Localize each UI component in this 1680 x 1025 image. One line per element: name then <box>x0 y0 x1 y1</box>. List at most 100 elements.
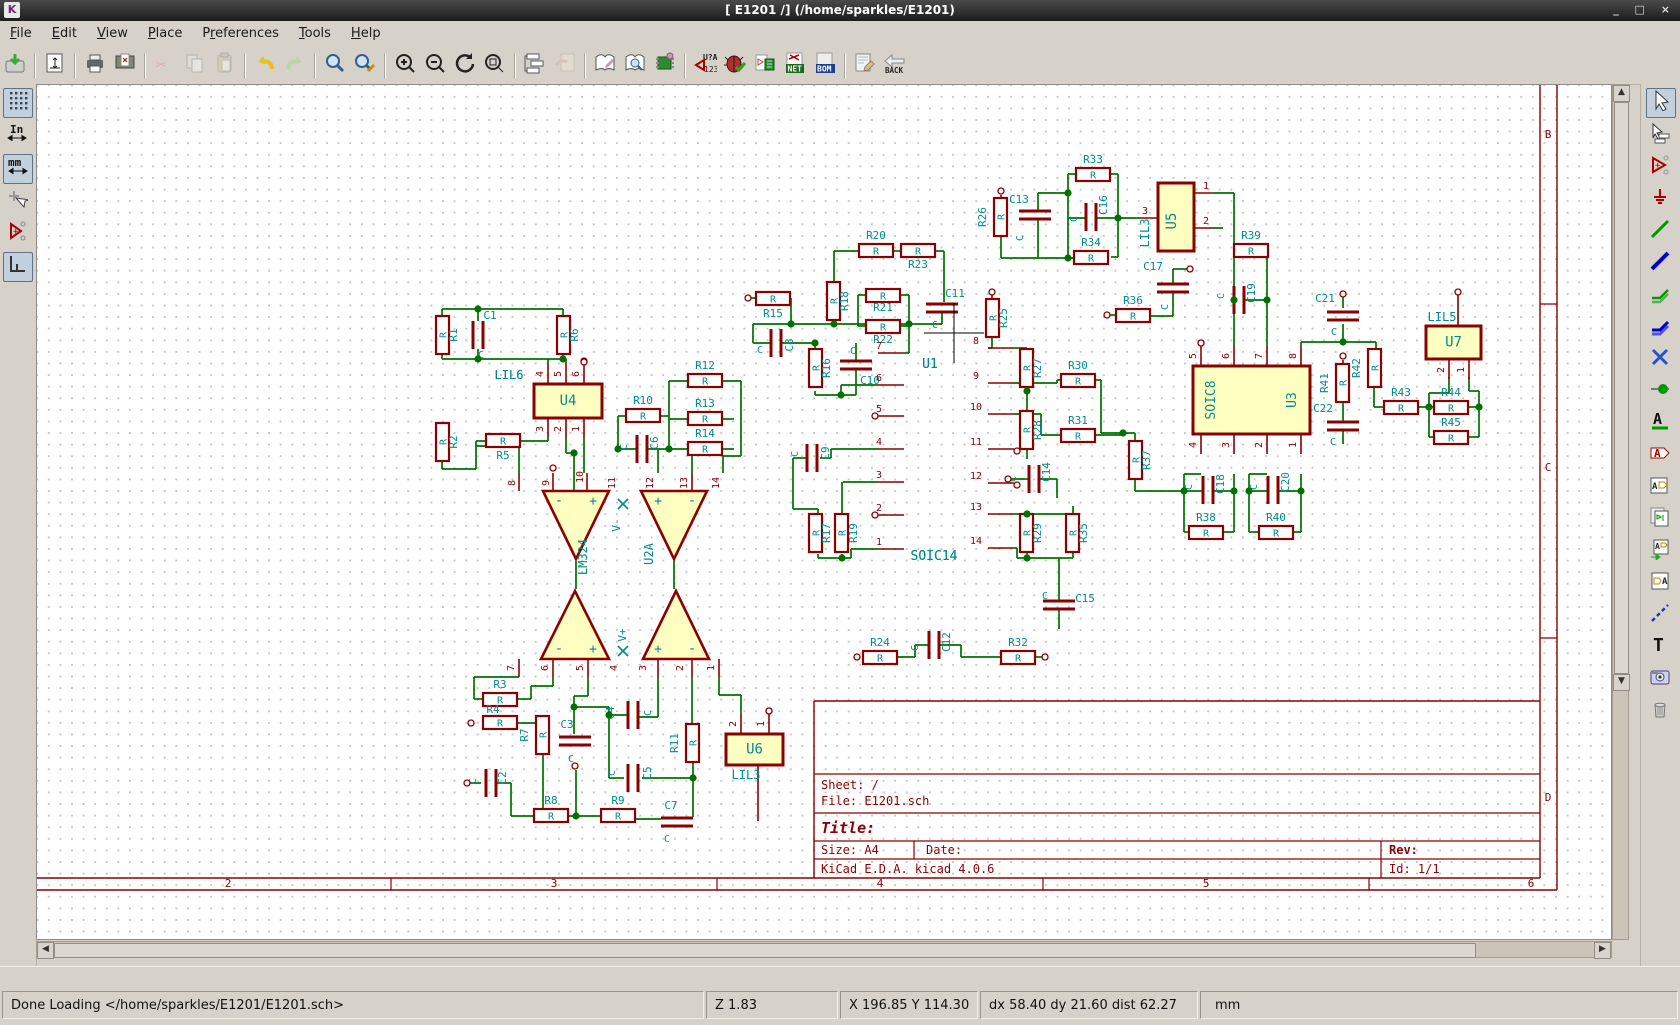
footprint-editor-button[interactable] <box>651 51 679 79</box>
place-text-button[interactable]: T <box>1646 634 1674 662</box>
resistor-R35[interactable]: RR35 <box>1066 514 1090 552</box>
place-sheet-button[interactable] <box>1646 506 1674 534</box>
place-power-port-button[interactable] <box>1646 186 1674 214</box>
resistor-R10[interactable]: RR10 <box>626 394 660 423</box>
bom-button[interactable]: BOM <box>811 51 839 79</box>
resistor-R43[interactable]: RR43 <box>1384 386 1418 415</box>
resistor-R30[interactable]: RR30 <box>1061 359 1095 388</box>
resistor-R2[interactable]: RR2 <box>436 423 460 461</box>
menu-preferences[interactable]: Preferences <box>192 21 288 46</box>
units-mm-button[interactable]: mm <box>3 154 33 184</box>
resistor-R38[interactable]: RR38 <box>1189 511 1223 540</box>
opamp-3[interactable]: -+ <box>541 591 609 659</box>
capacitor-C11[interactable]: C11C <box>932 287 965 331</box>
place-bus-button[interactable] <box>1646 250 1674 278</box>
hscroll-thumb[interactable] <box>54 943 1476 958</box>
place-hierarchical-label-button[interactable]: A <box>1646 474 1674 502</box>
vscroll-thumb[interactable] <box>1614 102 1629 674</box>
menu-help[interactable]: Help <box>341 21 391 46</box>
resistor-R26[interactable]: RR26 <box>976 198 1008 236</box>
capacitor-C15[interactable]: C15C <box>1042 591 1095 605</box>
ic-U5[interactable]: U5LIL3312 <box>1138 181 1209 251</box>
resistor-R25[interactable]: RR25 <box>986 299 1010 337</box>
undo-button[interactable] <box>251 51 279 79</box>
resistor-R23[interactable]: RR23 <box>901 244 935 271</box>
zoom-fit-button[interactable] <box>481 51 509 79</box>
erc-button[interactable] <box>721 51 749 79</box>
capacitor-C18[interactable]: C18C <box>1184 474 1227 494</box>
resistor-R16[interactable]: RR16 <box>809 349 833 387</box>
delete-item-button[interactable] <box>1646 698 1674 726</box>
capacitor-C6[interactable]: C6C <box>619 436 661 450</box>
schematic-canvas[interactable]: RR1RR2RR3RR4RR5RR6RR7RR8RR9RR10RR11RR12R… <box>36 84 1612 940</box>
resistor-R15[interactable]: RR15 <box>756 292 790 320</box>
library-editor-button[interactable] <box>591 51 619 79</box>
resistor-R22[interactable]: RR22 <box>866 320 900 346</box>
resistor-R9[interactable]: RR9 <box>601 794 635 823</box>
library-browser-button[interactable] <box>621 51 649 79</box>
bus-to-bus-entry-button[interactable] <box>1646 314 1674 342</box>
hv-orientation-button[interactable] <box>3 252 33 282</box>
resistor-R6[interactable]: RR6 <box>557 316 581 354</box>
page-settings-button[interactable] <box>41 51 69 79</box>
ic-U7[interactable]: U7LIL521 <box>1426 310 1481 373</box>
annotate-button[interactable]: U?A123 <box>691 51 719 79</box>
resistor-R17[interactable]: RR17 <box>809 514 833 552</box>
place-wire-button[interactable] <box>1646 218 1674 246</box>
netlist-button[interactable]: NET <box>781 51 809 79</box>
capacitor-C9[interactable]: C9C <box>790 446 832 459</box>
place-junction-button[interactable] <box>1646 378 1674 406</box>
print-button[interactable] <box>81 51 109 79</box>
hidden-pins-button[interactable]: + <box>3 220 31 248</box>
window-controls[interactable]: _ □ × <box>1613 3 1676 16</box>
menu-view[interactable]: View <box>87 21 138 46</box>
resistor-R41[interactable]: RR41 <box>1318 364 1350 402</box>
menu-place[interactable]: Place <box>138 21 193 46</box>
backannotate-button[interactable]: BACK <box>881 51 909 79</box>
capacitor-C3[interactable]: C3C <box>560 718 574 765</box>
place-image-button[interactable] <box>1646 666 1674 694</box>
ic-U3[interactable]: SOIC8U356784321 <box>1188 340 1310 448</box>
place-global-label-button[interactable]: A <box>1646 442 1674 470</box>
resistor-R20[interactable]: RR20 <box>859 229 893 258</box>
menu-edit[interactable]: Edit <box>42 21 87 46</box>
place-net-label-button[interactable]: A <box>1646 410 1674 438</box>
scroll-right-arrow[interactable]: ▶ <box>1594 942 1611 959</box>
resistor-R33[interactable]: RR33 <box>1076 153 1110 182</box>
resistor-R42[interactable]: RR42 <box>1350 349 1382 387</box>
opamp-4[interactable]: -+ <box>643 591 709 659</box>
horizontal-scrollbar[interactable]: ◀ ▶ <box>36 941 1612 958</box>
hierarchy-select-button[interactable] <box>1646 122 1674 150</box>
zoom-out-button[interactable] <box>421 51 449 79</box>
no-connect-flag-button[interactable] <box>1646 346 1674 374</box>
plot-button[interactable] <box>111 51 139 79</box>
resistor-R7[interactable]: RR7 <box>518 716 550 754</box>
scroll-left-arrow[interactable]: ◀ <box>37 942 54 959</box>
resistor-R21[interactable]: RR21 <box>866 289 900 314</box>
resistor-R18[interactable]: RR18 <box>827 282 851 320</box>
capacitor-C20[interactable]: C20C <box>1249 472 1292 492</box>
resistor-R11[interactable]: RR11 <box>668 724 700 762</box>
import-sheet-pin-button[interactable]: A <box>1646 538 1674 566</box>
ic-U6[interactable]: U6LIL321 <box>726 708 783 782</box>
resistor-R5[interactable]: RR5 <box>486 434 520 462</box>
menu-file[interactable]: File <box>0 21 42 46</box>
place-sheet-pin-button[interactable]: A <box>1646 570 1674 598</box>
wire-to-bus-entry-button[interactable] <box>1646 282 1674 310</box>
pointer-button[interactable] <box>1646 88 1676 118</box>
resistor-R1[interactable]: RR1 <box>436 316 460 354</box>
grid-toggle-button[interactable] <box>3 88 33 118</box>
resistor-R39[interactable]: RR39 <box>1234 229 1268 258</box>
capacitor-C2[interactable]: C2C <box>468 771 509 784</box>
resistor-R12[interactable]: RR12 <box>688 359 722 388</box>
scroll-up-arrow[interactable]: ▲ <box>1613 85 1630 102</box>
hierarchy-navigator-button[interactable] <box>521 51 549 79</box>
units-inch-button[interactable]: In <box>3 122 31 150</box>
capacitor-C13[interactable]: C13C <box>1009 193 1029 241</box>
place-component-button[interactable]: + <box>1646 154 1674 182</box>
resistor-R37[interactable]: RR37 <box>1129 441 1153 479</box>
resistor-R13[interactable]: RR13 <box>688 397 722 426</box>
resistor-R32[interactable]: RR32 <box>1001 636 1035 665</box>
run-pcbnew-button[interactable] <box>851 51 879 79</box>
vertical-scrollbar[interactable]: ▲ ▼ <box>1612 84 1629 940</box>
